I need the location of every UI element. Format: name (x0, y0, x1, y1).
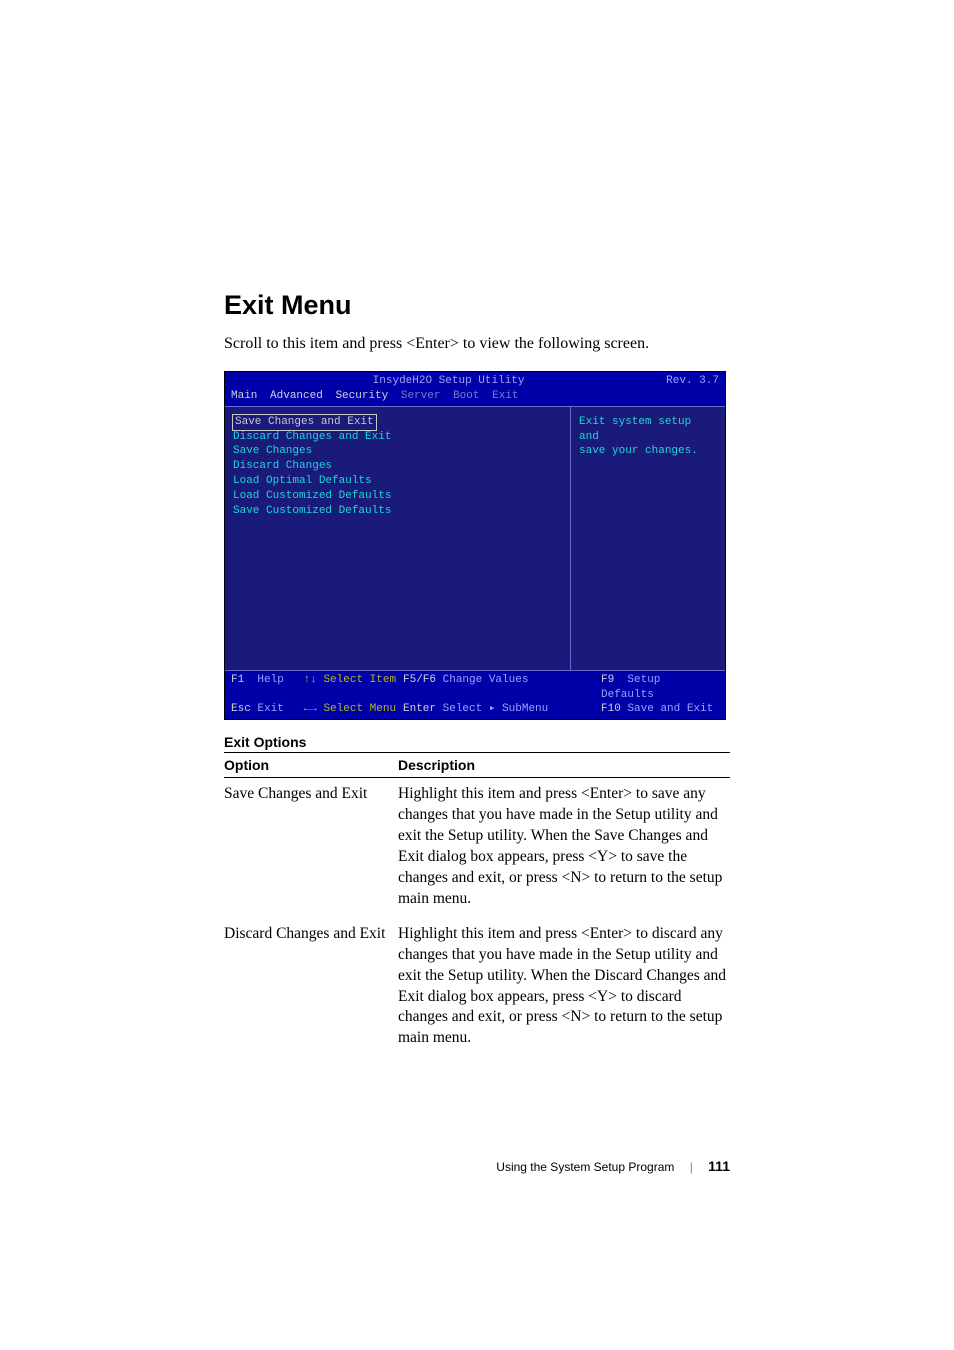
menu-item-discard-exit[interactable]: Discard Changes and Exit (233, 430, 562, 445)
tab-security[interactable]: Security (335, 390, 388, 402)
bios-revision: Rev. 3.7 (666, 374, 719, 389)
cell-desc: Highlight this item and press <Enter> to… (398, 778, 730, 918)
key-updown: ↑↓ (304, 674, 317, 686)
table-row: Save Changes and Exit Highlight this ite… (224, 778, 730, 918)
bios-help-line: save your changes. (579, 444, 717, 459)
key-leftright-label: Select Menu (323, 703, 396, 715)
key-enter-label: Select ▸ SubMenu (443, 703, 549, 715)
key-f1-label: Help (257, 674, 283, 686)
menu-item-load-optimal[interactable]: Load Optimal Defaults (233, 474, 562, 489)
key-f5f6-label: Change Values (443, 674, 529, 686)
cell-option: Discard Changes and Exit (224, 918, 398, 1058)
menu-item-save-exit[interactable]: Save Changes and Exit (233, 415, 376, 430)
tab-main[interactable]: Main (231, 390, 257, 402)
cell-desc: Highlight this item and press <Enter> to… (398, 918, 730, 1058)
tab-exit[interactable]: Exit (492, 390, 518, 402)
bios-menu-list: Save Changes and Exit Discard Changes an… (225, 407, 571, 670)
key-esc-label: Exit (257, 703, 283, 715)
bios-footer: F1 Help ↑↓ Select Item F5/F6 Change Valu… (225, 670, 725, 720)
key-esc: Esc (231, 703, 251, 715)
bios-title: InsydeH2O Setup Utility (373, 374, 525, 389)
col-description: Description (398, 753, 730, 778)
tab-server[interactable]: Server (401, 390, 441, 402)
key-f1: F1 (231, 674, 244, 686)
tab-advanced[interactable]: Advanced (270, 390, 323, 402)
key-f5f6: F5/F6 (403, 674, 436, 686)
key-f10-label: Save and Exit (627, 703, 713, 715)
table-row: Discard Changes and Exit Highlight this … (224, 918, 730, 1058)
menu-item-save[interactable]: Save Changes (233, 444, 562, 459)
key-enter: Enter (403, 703, 436, 715)
bios-tab-bar: Main Advanced Security Server Boot Exit (225, 389, 725, 406)
menu-item-load-custom[interactable]: Load Customized Defaults (233, 489, 562, 504)
footer-section: Using the System Setup Program (496, 1160, 674, 1174)
key-f9: F9 (601, 674, 614, 686)
col-option: Option (224, 753, 398, 778)
table-caption: Exit Options (224, 734, 730, 750)
bios-screenshot: InsydeH2O Setup Utility Rev. 3.7 Main Ad… (224, 371, 726, 720)
menu-item-discard[interactable]: Discard Changes (233, 459, 562, 474)
key-f10: F10 (601, 703, 621, 715)
bios-help-line: Exit system setup and (579, 415, 717, 445)
intro-text: Scroll to this item and press <Enter> to… (224, 335, 730, 353)
menu-item-save-custom[interactable]: Save Customized Defaults (233, 504, 562, 519)
bios-help-pane: Exit system setup and save your changes. (571, 407, 725, 670)
footer-separator: | (690, 1160, 693, 1174)
exit-options-table: Option Description Save Changes and Exit… (224, 752, 730, 1057)
key-leftright: ←→ (304, 703, 317, 715)
key-updown-label: Select Item (323, 674, 396, 686)
tab-boot[interactable]: Boot (453, 390, 479, 402)
page-number: 111 (708, 1158, 730, 1174)
page-heading: Exit Menu (224, 290, 730, 321)
cell-option: Save Changes and Exit (224, 778, 398, 918)
page-footer: Using the System Setup Program | 111 (224, 1158, 730, 1174)
